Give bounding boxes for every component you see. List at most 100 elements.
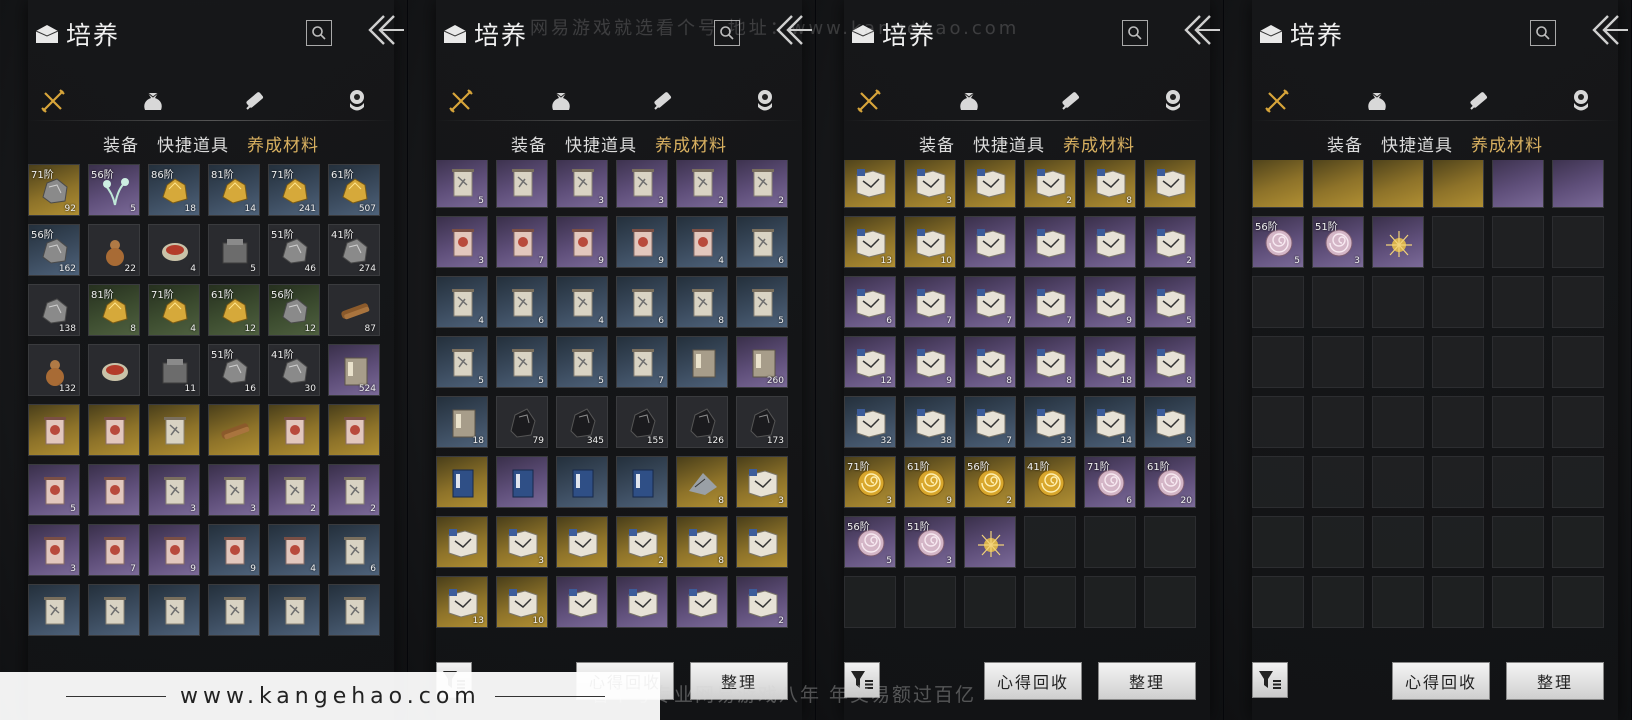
inventory-slot[interactable] bbox=[208, 404, 260, 456]
back-button[interactable] bbox=[364, 12, 404, 48]
inventory-slot[interactable] bbox=[1432, 576, 1484, 628]
inventory-slot[interactable]: 260 bbox=[736, 336, 788, 388]
scroll-icon[interactable] bbox=[648, 86, 678, 116]
inventory-slot[interactable]: 61阶 9 bbox=[904, 456, 956, 508]
inventory-slot[interactable]: 3 bbox=[496, 516, 548, 568]
inventory-slot[interactable] bbox=[1492, 516, 1544, 568]
scroll-icon[interactable] bbox=[1464, 86, 1494, 116]
tab-1[interactable]: 快捷道具 bbox=[565, 131, 637, 156]
inventory-slot[interactable] bbox=[1372, 276, 1424, 328]
bag-icon[interactable] bbox=[138, 86, 168, 116]
inventory-slot[interactable]: 9 bbox=[148, 524, 200, 576]
inventory-slot[interactable]: 22 bbox=[88, 224, 140, 276]
inventory-slot[interactable]: 4 bbox=[148, 224, 200, 276]
inventory-slot[interactable]: 61阶 20 bbox=[1144, 456, 1196, 508]
inventory-slot[interactable] bbox=[1432, 336, 1484, 388]
inventory-slot[interactable]: 345 bbox=[556, 396, 608, 448]
inventory-slot[interactable]: 5 bbox=[28, 464, 80, 516]
inventory-slot[interactable]: 8 bbox=[1024, 336, 1076, 388]
sword-icon[interactable] bbox=[854, 86, 884, 116]
filter-button[interactable] bbox=[1252, 662, 1288, 698]
inventory-slot[interactable] bbox=[964, 216, 1016, 268]
inventory-slot[interactable] bbox=[88, 464, 140, 516]
inventory-slot[interactable]: 61阶 507 bbox=[328, 164, 380, 216]
inventory-slot[interactable]: 61阶 12 bbox=[208, 284, 260, 336]
inventory-slot[interactable] bbox=[616, 456, 668, 508]
inventory-slot[interactable]: 524 bbox=[328, 344, 380, 396]
inventory-slot[interactable] bbox=[1144, 576, 1196, 628]
inventory-slot[interactable]: 3 bbox=[904, 160, 956, 208]
inventory-slot[interactable] bbox=[496, 160, 548, 208]
inventory-slot[interactable]: 132 bbox=[28, 344, 80, 396]
inventory-slot[interactable] bbox=[148, 584, 200, 636]
coin-icon[interactable] bbox=[342, 86, 372, 116]
inventory-slot[interactable] bbox=[1432, 276, 1484, 328]
inventory-slot[interactable]: 71阶 4 bbox=[148, 284, 200, 336]
inventory-slot[interactable] bbox=[1312, 160, 1364, 208]
inventory-slot[interactable] bbox=[328, 404, 380, 456]
inventory-slot[interactable]: 8 bbox=[676, 276, 728, 328]
inventory-slot[interactable]: 3 bbox=[616, 160, 668, 208]
tab-2[interactable]: 养成材料 bbox=[247, 131, 319, 156]
inventory-slot[interactable] bbox=[1252, 396, 1304, 448]
inventory-slot[interactable] bbox=[496, 456, 548, 508]
inventory-slot[interactable] bbox=[268, 404, 320, 456]
inventory-slot[interactable] bbox=[616, 576, 668, 628]
inventory-slot[interactable]: 51阶 46 bbox=[268, 224, 320, 276]
inventory-slot[interactable]: 9 bbox=[616, 216, 668, 268]
inventory-slot[interactable] bbox=[1492, 456, 1544, 508]
inventory-slot[interactable]: 6 bbox=[736, 216, 788, 268]
inventory-slot[interactable] bbox=[88, 584, 140, 636]
inventory-slot[interactable] bbox=[436, 456, 488, 508]
recycle-button[interactable]: 心得回收 bbox=[1392, 662, 1490, 700]
inventory-slot[interactable]: 5 bbox=[1144, 276, 1196, 328]
inventory-slot[interactable] bbox=[1552, 576, 1604, 628]
inventory-slot[interactable] bbox=[208, 584, 260, 636]
inventory-slot[interactable] bbox=[1144, 516, 1196, 568]
inventory-slot[interactable] bbox=[1552, 396, 1604, 448]
inventory-slot[interactable]: 3 bbox=[436, 216, 488, 268]
inventory-slot[interactable] bbox=[1372, 396, 1424, 448]
inventory-slot[interactable] bbox=[904, 576, 956, 628]
inventory-slot[interactable]: 56阶 5 bbox=[1252, 216, 1304, 268]
inventory-slot[interactable] bbox=[328, 584, 380, 636]
back-button[interactable] bbox=[1180, 12, 1220, 48]
inventory-slot[interactable]: 2 bbox=[736, 576, 788, 628]
inventory-slot[interactable] bbox=[1492, 216, 1544, 268]
inventory-slot[interactable]: 18 bbox=[436, 396, 488, 448]
inventory-slot[interactable] bbox=[964, 576, 1016, 628]
tab-1[interactable]: 快捷道具 bbox=[1381, 131, 1453, 156]
inventory-slot[interactable] bbox=[1312, 336, 1364, 388]
inventory-slot[interactable] bbox=[1252, 160, 1304, 208]
coin-icon[interactable] bbox=[750, 86, 780, 116]
inventory-slot[interactable] bbox=[1492, 276, 1544, 328]
inventory-slot[interactable] bbox=[556, 516, 608, 568]
inventory-slot[interactable]: 2 bbox=[616, 516, 668, 568]
inventory-slot[interactable] bbox=[844, 160, 896, 208]
inventory-slot[interactable]: 12 bbox=[844, 336, 896, 388]
inventory-slot[interactable] bbox=[1024, 516, 1076, 568]
inventory-slot[interactable] bbox=[88, 344, 140, 396]
inventory-slot[interactable]: 8 bbox=[1084, 160, 1136, 208]
inventory-slot[interactable]: 11 bbox=[148, 344, 200, 396]
inventory-slot[interactable] bbox=[1432, 396, 1484, 448]
inventory-slot[interactable]: 32 bbox=[844, 396, 896, 448]
sort-button[interactable]: 整理 bbox=[1506, 662, 1604, 700]
inventory-slot[interactable]: 2 bbox=[268, 464, 320, 516]
sword-icon[interactable] bbox=[38, 86, 68, 116]
inventory-slot[interactable] bbox=[1252, 336, 1304, 388]
inventory-slot[interactable]: 6 bbox=[616, 276, 668, 328]
coin-icon[interactable] bbox=[1566, 86, 1596, 116]
inventory-slot[interactable]: 8 bbox=[1144, 336, 1196, 388]
inventory-slot[interactable]: 5 bbox=[736, 276, 788, 328]
inventory-slot[interactable]: 56阶 162 bbox=[28, 224, 80, 276]
inventory-slot[interactable]: 7 bbox=[904, 276, 956, 328]
inventory-slot[interactable]: 9 bbox=[208, 524, 260, 576]
inventory-slot[interactable]: 6 bbox=[496, 276, 548, 328]
inventory-slot[interactable] bbox=[1084, 576, 1136, 628]
sword-icon[interactable] bbox=[1262, 86, 1292, 116]
inventory-slot[interactable] bbox=[1432, 216, 1484, 268]
tab-0[interactable]: 装备 bbox=[103, 131, 139, 156]
inventory-slot[interactable] bbox=[1552, 456, 1604, 508]
inventory-slot[interactable]: 5 bbox=[556, 336, 608, 388]
